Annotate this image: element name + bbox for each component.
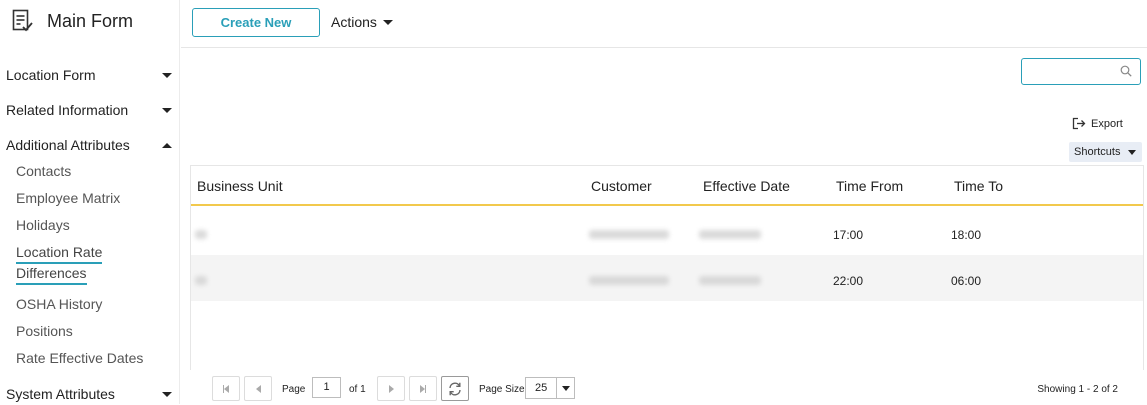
page-size-select[interactable]: 25	[525, 377, 575, 399]
main-content: Create New Actions Export Shortcuts Busi…	[181, 0, 1147, 404]
page-number-input[interactable]: 1	[312, 377, 341, 398]
page-size-dropdown-button[interactable]	[556, 378, 574, 398]
last-page-button[interactable]	[409, 376, 437, 401]
cell-business-unit	[195, 274, 207, 288]
sidebar-item-rate-effective-dates[interactable]: Rate Effective Dates	[16, 350, 143, 366]
form-checklist-icon	[12, 9, 33, 32]
cell-effective-date	[699, 228, 761, 242]
chevron-down-icon	[162, 72, 172, 78]
section-related-information[interactable]: Related Information	[6, 99, 174, 121]
create-new-button[interactable]: Create New	[192, 8, 320, 37]
pager: Page 1 of 1 Page Size 25 Showing 1 - 2 o…	[181, 370, 1147, 404]
cell-time-from: 17:00	[833, 228, 864, 242]
table-row[interactable]: 22:00 06:00	[191, 255, 1143, 301]
data-grid: Business Unit Customer Effective Date Ti…	[190, 165, 1144, 370]
first-page-button[interactable]	[212, 376, 240, 401]
chevron-down-icon	[382, 19, 393, 25]
shortcuts-dropdown[interactable]: Shortcuts	[1069, 142, 1142, 162]
table-row[interactable]: 17:00 18:00	[191, 209, 1143, 255]
next-page-icon	[388, 384, 394, 393]
page-size-label: Page Size	[479, 384, 525, 395]
actions-label: Actions	[331, 14, 377, 30]
sidebar-item-label: Contacts	[16, 163, 72, 179]
actions-dropdown[interactable]: Actions	[331, 14, 395, 30]
chevron-up-icon	[162, 142, 172, 148]
section-system-attributes[interactable]: System Attributes	[6, 383, 174, 405]
sidebar-item-label-line1: Location Rate	[16, 243, 103, 264]
cell-customer	[589, 228, 669, 242]
cell-business-unit	[195, 228, 207, 242]
column-header-business-unit[interactable]: Business Unit	[197, 178, 283, 194]
sidebar-item-label-line2: Differences	[16, 264, 87, 285]
page-size-value: 25	[535, 382, 548, 394]
sidebar-item-label: OSHA History	[16, 296, 103, 312]
chevron-down-icon	[162, 107, 172, 113]
sidebar-item-label: Positions	[16, 323, 73, 339]
sidebar-item-contacts[interactable]: Contacts	[16, 163, 71, 179]
column-header-time-to[interactable]: Time To	[954, 178, 1003, 194]
section-label: Related Information	[6, 102, 129, 118]
cell-time-to: 18:00	[951, 228, 982, 242]
chevron-down-icon	[1128, 149, 1137, 155]
search-icon[interactable]	[1120, 65, 1132, 77]
next-page-button[interactable]	[377, 376, 405, 401]
sidebar-item-positions[interactable]: Positions	[16, 323, 73, 339]
sidebar-item-location-rate-differences[interactable]: Location Rate Differences	[16, 243, 103, 285]
export-icon	[1072, 117, 1086, 130]
sidebar-item-employee-matrix[interactable]: Employee Matrix	[16, 190, 120, 206]
export-button[interactable]: Export	[1072, 117, 1123, 130]
sidebar-item-holidays[interactable]: Holidays	[16, 217, 70, 233]
search-input[interactable]	[1028, 60, 1122, 85]
section-location-form[interactable]: Location Form	[6, 64, 174, 86]
cell-time-from: 22:00	[833, 274, 864, 288]
cell-effective-date	[699, 274, 761, 288]
form-header: Main Form	[12, 9, 133, 33]
sidebar-item-label: Employee Matrix	[16, 190, 121, 206]
sidebar-item-label: Holidays	[16, 217, 70, 233]
cell-time-to: 06:00	[951, 274, 982, 288]
showing-count: Showing 1 - 2 of 2	[1037, 384, 1118, 395]
column-header-customer[interactable]: Customer	[591, 178, 652, 194]
previous-page-icon	[255, 384, 261, 393]
toolbar: Create New Actions	[181, 0, 1147, 48]
section-label: System Attributes	[6, 386, 115, 402]
column-header-time-from[interactable]: Time From	[836, 178, 903, 194]
column-header-effective-date[interactable]: Effective Date	[703, 178, 790, 194]
section-label: Location Form	[6, 67, 96, 83]
chevron-down-icon	[561, 385, 570, 391]
refresh-icon	[449, 382, 461, 395]
last-page-icon	[424, 384, 427, 393]
grid-header: Business Unit Customer Effective Date Ti…	[191, 166, 1143, 206]
sidebar: Main Form Location Form Related Informat…	[0, 0, 180, 404]
sidebar-item-label: Rate Effective Dates	[16, 350, 144, 366]
first-page-arrow-icon	[224, 384, 230, 393]
export-label: Export	[1091, 117, 1123, 130]
refresh-button[interactable]	[441, 376, 469, 401]
shortcuts-label: Shortcuts	[1074, 146, 1121, 158]
sidebar-item-osha-history[interactable]: OSHA History	[16, 296, 102, 312]
section-label: Additional Attributes	[6, 137, 130, 153]
form-title: Main Form	[47, 10, 134, 31]
page-count-label: of 1	[349, 384, 366, 395]
chevron-down-icon	[162, 391, 172, 397]
previous-page-button[interactable]	[244, 376, 272, 401]
search-box	[1021, 58, 1141, 85]
cell-customer	[589, 274, 669, 288]
page-label: Page	[282, 384, 306, 395]
section-additional-attributes[interactable]: Additional Attributes	[6, 134, 174, 156]
